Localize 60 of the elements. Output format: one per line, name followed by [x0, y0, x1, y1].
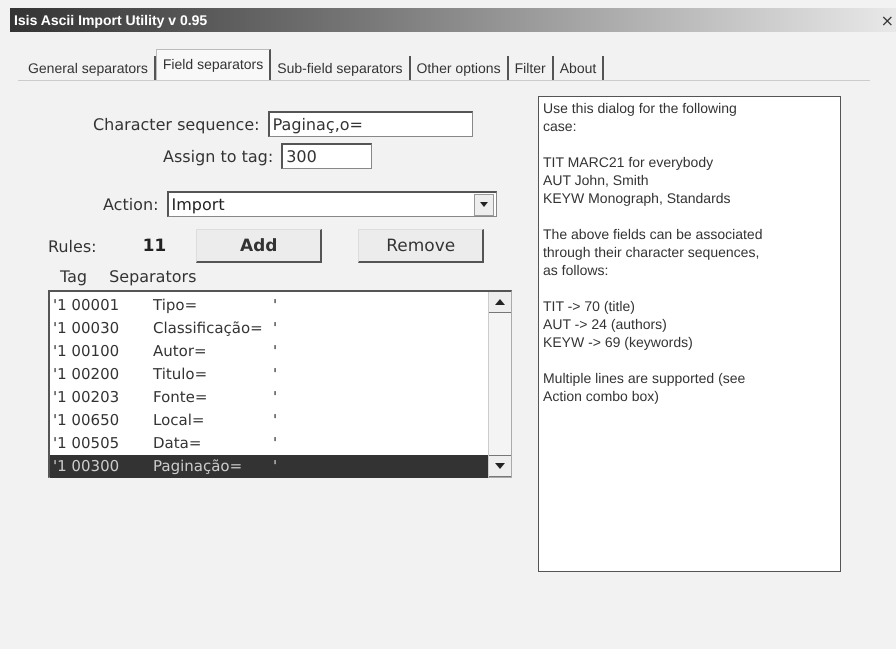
separator-text: Tipo=	[153, 295, 198, 316]
field-label: Character sequence:	[93, 114, 260, 134]
tag-text: '1 00300	[53, 456, 120, 477]
input-field[interactable]: Paginaç‚o=	[268, 111, 473, 137]
list-item[interactable]: '1 00030 Classificação= '	[50, 317, 488, 340]
separator-text: Titulo=	[153, 364, 208, 385]
field-label: Rules:	[48, 236, 97, 256]
field-label: Assign to tag:	[163, 146, 274, 166]
quote-mark: '	[273, 387, 278, 408]
separator-text: Fonte=	[153, 387, 208, 408]
help-paragraph: TIT MARC21 for everybody AUT John, Smith KEYW Monograph, Standards	[543, 153, 732, 207]
tab[interactable]: Filter	[508, 56, 554, 80]
separator-text: Data=	[153, 433, 202, 454]
tag-text: '1 00100	[53, 341, 120, 362]
tag-text: '1 00200	[53, 364, 120, 385]
column-header: Separators	[109, 267, 196, 286]
close-button[interactable]: ×	[880, 10, 896, 30]
tag-text: '1 00001	[53, 295, 120, 316]
quote-mark: '	[273, 364, 278, 385]
help-paragraph: Use this dialog for the following case:	[543, 99, 738, 135]
list-item[interactable]: '1 00203 Fonte= '	[50, 386, 488, 409]
quote-mark: '	[273, 341, 278, 362]
scroll-down-icon	[495, 463, 505, 469]
list-item[interactable]: '1 00650 Local= '	[50, 409, 488, 432]
dropdown-arrow-icon	[480, 202, 488, 207]
scroll-up-icon	[495, 299, 505, 305]
list-item[interactable]: '1 00505 Data= '	[50, 432, 488, 455]
tab[interactable]: Sub-field separators	[271, 56, 411, 80]
quote-mark: '	[273, 318, 278, 339]
quote-mark: '	[273, 410, 278, 431]
tag-text: '1 00650	[53, 410, 120, 431]
quote-mark: '	[273, 433, 278, 454]
column-header: Tag	[60, 267, 88, 286]
list-item[interactable]: '1 00001 Tipo= '	[50, 294, 488, 317]
window-title: Isis Ascii Import Utility v 0.95	[13, 12, 208, 28]
list-item[interactable]: '1 00100 Autor= '	[50, 340, 488, 363]
field-label: Action:	[103, 194, 158, 214]
input-field[interactable]: 300	[281, 143, 372, 169]
tab[interactable]: Other options	[410, 56, 509, 80]
separator-text: Paginação=	[153, 456, 244, 477]
rules-count: 11	[142, 236, 166, 256]
help-paragraph: The above fields can be associated through their character sequences, as follows:	[543, 225, 764, 279]
tag-text: '1 00203	[53, 387, 120, 408]
help-paragraph: TIT -> 70 (title) AUT -> 24 (authors) KEYW -> 69 (keywords)	[543, 297, 694, 351]
tag-text: '1 00030	[53, 318, 120, 339]
tab[interactable]: Field separators	[156, 49, 272, 80]
separator-text: Autor=	[153, 341, 208, 362]
separator-text: Local=	[153, 410, 206, 431]
tag-text: '1 00505	[53, 433, 120, 454]
scrollbar[interactable]	[488, 292, 511, 477]
separator-text: Classificação=	[153, 318, 264, 339]
help-paragraph: Multiple lines are supported (see Action combo box)	[543, 369, 746, 405]
action-dropdown[interactable]: Import	[166, 191, 496, 217]
remove-button[interactable]: Remove	[358, 229, 484, 263]
list-item[interactable]: '1 00300 Paginação= '	[50, 455, 488, 478]
quote-mark: '	[273, 456, 278, 477]
tab[interactable]: About	[554, 56, 604, 80]
quote-mark: '	[273, 295, 278, 316]
add-button[interactable]: Add	[196, 229, 322, 263]
list-item[interactable]: '1 00200 Titulo= '	[50, 363, 488, 386]
